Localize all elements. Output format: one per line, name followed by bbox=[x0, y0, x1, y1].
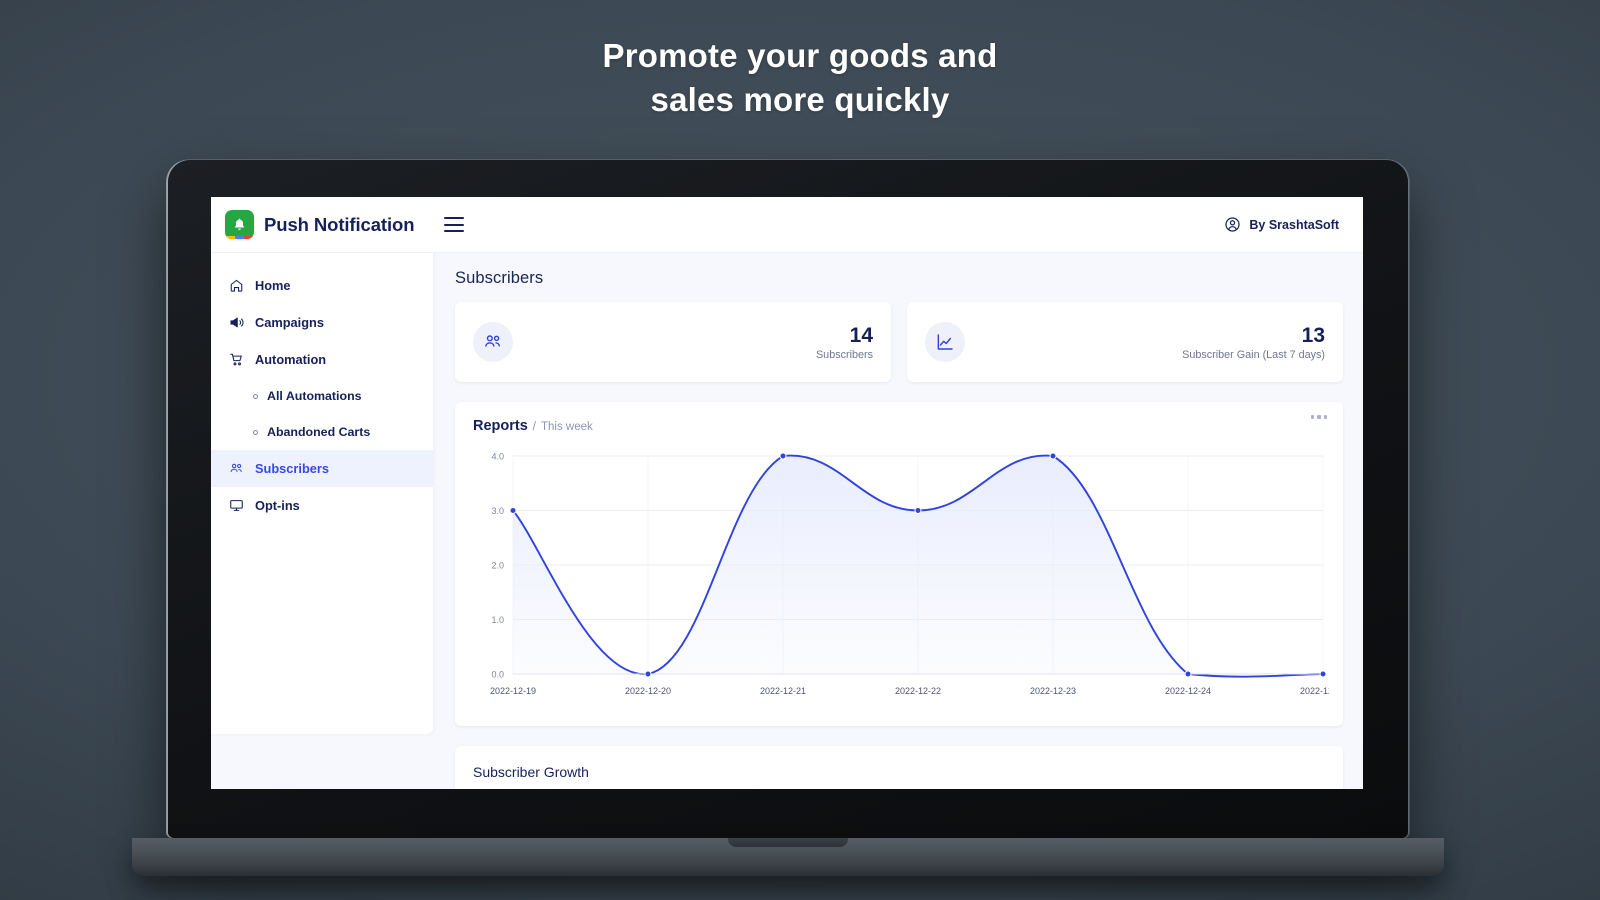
headline-line-2: sales more quickly bbox=[650, 81, 950, 118]
stat-text-group: 13 Subscriber Gain (Last 7 days) bbox=[1182, 324, 1325, 361]
people-icon bbox=[230, 463, 242, 472]
reports-chart: 0.0 1.0 2.0 3.0 4.0 2022-12-19 2022-12-20 2022-… bbox=[473, 446, 1346, 708]
page-title: Subscribers bbox=[455, 269, 544, 287]
area-chart-svg: 0.0 1.0 2.0 3.0 4.0 2022-12-19 2022-12-20 2022-… bbox=[490, 452, 1346, 697]
bell-icon bbox=[225, 210, 254, 239]
sidebar-item-opt-ins[interactable]: Opt-ins bbox=[211, 487, 433, 524]
brand-title: Push Notification bbox=[264, 213, 415, 235]
home-icon bbox=[230, 279, 243, 292]
user-account-group[interactable]: By SrashtaSoft bbox=[1224, 216, 1339, 233]
monitor-icon bbox=[230, 500, 243, 511]
subscriber-growth-card: Subscriber Growth bbox=[455, 746, 1343, 789]
stat-label: Subscribers bbox=[815, 348, 873, 361]
app-body: Home Campaigns Automation All Automation… bbox=[211, 253, 1363, 789]
sidebar-item-all-automations[interactable]: All Automations bbox=[211, 378, 433, 414]
kebab-menu-icon[interactable] bbox=[1310, 415, 1327, 419]
headline-line-1: Promote your goods and bbox=[602, 37, 998, 74]
bullet-icon bbox=[253, 393, 258, 399]
svg-text:4.0: 4.0 bbox=[491, 452, 504, 462]
app-topbar: Push Notification By SrashtaSoft bbox=[211, 197, 1363, 253]
svg-text:2022-12-19: 2022-12-19 bbox=[490, 686, 536, 696]
svg-text:3.0: 3.0 bbox=[491, 506, 504, 516]
stat-card-subscribers[interactable]: 14 Subscribers bbox=[455, 302, 891, 382]
megaphone-icon bbox=[230, 317, 244, 328]
sidebar-item-label: All Automations bbox=[267, 389, 362, 403]
svg-text:0.0: 0.0 bbox=[491, 670, 504, 680]
svg-text:2022-12-24: 2022-12-24 bbox=[1165, 686, 1211, 696]
sidebar-item-label: Opt-ins bbox=[255, 498, 300, 513]
reports-card: Reports / This week 0.0 1.0 2.0 3.0 4.0 2022-… bbox=[455, 402, 1346, 726]
reports-separator: / bbox=[532, 421, 536, 433]
sidebar-item-label: Campaigns bbox=[255, 315, 324, 330]
svg-text:2022-12-21: 2022-12-21 bbox=[760, 686, 806, 696]
sidebar: Home Campaigns Automation All Automation… bbox=[211, 253, 433, 734]
sidebar-item-label: Home bbox=[255, 278, 291, 293]
reports-subtitle: This week bbox=[541, 421, 593, 433]
sidebar-item-label: Automation bbox=[255, 352, 327, 367]
bullet-icon bbox=[253, 429, 258, 435]
sidebar-item-automation[interactable]: Automation bbox=[211, 341, 433, 378]
stat-card-subscriber-gain[interactable]: 13 Subscriber Gain (Last 7 days) bbox=[907, 302, 1343, 382]
svg-text:2022-12-20: 2022-12-20 bbox=[625, 686, 671, 696]
app-screen: Push Notification By SrashtaSoft Home Ca… bbox=[211, 197, 1363, 789]
stat-icon-circle bbox=[925, 322, 965, 362]
svg-text:2.0: 2.0 bbox=[491, 561, 504, 571]
stat-text-group: 14 Subscribers bbox=[816, 324, 873, 361]
people-icon bbox=[485, 335, 501, 347]
svg-text:1.0: 1.0 bbox=[491, 615, 504, 625]
stat-label: Subscriber Gain (Last 7 days) bbox=[1182, 348, 1325, 361]
line-chart-icon bbox=[937, 334, 953, 350]
reports-title: Reports bbox=[473, 418, 528, 434]
hamburger-icon[interactable] bbox=[444, 217, 465, 232]
svg-text:2022-12-25: 2022-12-25 bbox=[1300, 686, 1329, 696]
stat-icon-circle bbox=[473, 322, 513, 362]
stat-card-row: 14 Subscribers 13 Subscriber Gain (Last … bbox=[455, 302, 1343, 382]
user-circle-icon bbox=[1225, 217, 1241, 232]
user-name-label: By SrashtaSoft bbox=[1249, 217, 1339, 232]
logo-color-stripes bbox=[225, 236, 254, 239]
stat-value: 14 bbox=[849, 323, 873, 347]
svg-text:2022-12-23: 2022-12-23 bbox=[1030, 686, 1076, 696]
sidebar-item-abandoned-carts[interactable]: Abandoned Carts bbox=[211, 414, 433, 450]
sidebar-item-subscribers[interactable]: Subscribers bbox=[211, 450, 433, 487]
laptop-mockup: Push Notification By SrashtaSoft Home Ca… bbox=[132, 160, 1444, 876]
promo-headline: Promote your goods and sales more quickl… bbox=[0, 34, 1600, 122]
svg-text:2022-12-22: 2022-12-22 bbox=[895, 686, 941, 696]
brand-logo-group[interactable]: Push Notification bbox=[225, 210, 415, 239]
sidebar-item-home[interactable]: Home bbox=[211, 267, 433, 304]
sidebar-item-label: Subscribers bbox=[255, 461, 329, 476]
reports-header: Reports / This week bbox=[473, 418, 1325, 434]
main-content: Subscribers 14 Subscribers 13 Subscriber… bbox=[433, 253, 1363, 789]
sidebar-item-label: Abandoned Carts bbox=[267, 425, 371, 439]
cart-icon bbox=[230, 353, 242, 366]
laptop-hinge-notch bbox=[728, 838, 848, 847]
stat-value: 13 bbox=[1301, 323, 1325, 347]
sidebar-item-campaigns[interactable]: Campaigns bbox=[211, 304, 433, 341]
subscriber-growth-title: Subscriber Growth bbox=[473, 764, 589, 780]
